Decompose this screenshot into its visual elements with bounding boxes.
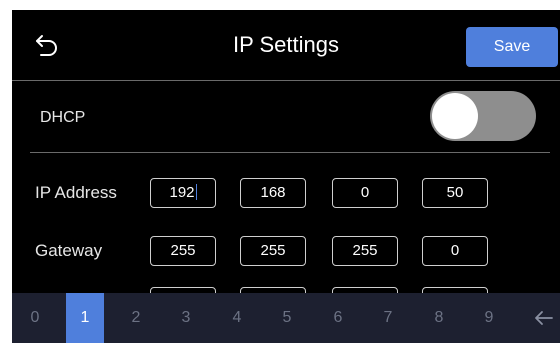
ip-octet-1-field[interactable]: 192 [150, 178, 216, 208]
ip-settings-screen: IP Settings Save DHCP IP Address 192 168… [12, 10, 560, 343]
gateway-octet-2-field[interactable]: 255 [240, 236, 306, 266]
gateway-octet-3-field[interactable]: 255 [332, 236, 398, 266]
key-8[interactable]: 8 [420, 293, 458, 343]
header-bar: IP Settings Save [12, 10, 560, 80]
backspace-arrow-icon[interactable] [528, 293, 560, 343]
key-1[interactable]: 1 [66, 293, 104, 343]
dhcp-label: DHCP [40, 109, 86, 126]
text-caret [195, 184, 197, 200]
key-2[interactable]: 2 [117, 293, 155, 343]
gateway-octet-1-field[interactable]: 255 [150, 236, 216, 266]
ip-address-label: IP Address [35, 183, 117, 202]
ip-octet-2-field[interactable]: 168 [240, 178, 306, 208]
key-4[interactable]: 4 [218, 293, 256, 343]
gateway-octet-4-field[interactable]: 0 [422, 236, 488, 266]
toggle-knob [432, 93, 478, 139]
ip-octet-1-value: 192 [169, 184, 195, 201]
key-6[interactable]: 6 [319, 293, 357, 343]
header-divider [12, 80, 560, 81]
key-7[interactable]: 7 [369, 293, 407, 343]
section-divider [30, 152, 550, 153]
key-3[interactable]: 3 [167, 293, 205, 343]
key-5[interactable]: 5 [268, 293, 306, 343]
save-button[interactable]: Save [466, 27, 558, 67]
key-0[interactable]: 0 [16, 293, 54, 343]
numeric-keyboard: 0 1 2 3 4 5 6 7 8 9 [12, 293, 560, 343]
ip-octet-3-field[interactable]: 0 [332, 178, 398, 208]
ip-octet-4-field[interactable]: 50 [422, 178, 488, 208]
key-9[interactable]: 9 [470, 293, 508, 343]
gateway-label: Gateway [35, 241, 103, 260]
dhcp-toggle[interactable] [430, 91, 536, 141]
